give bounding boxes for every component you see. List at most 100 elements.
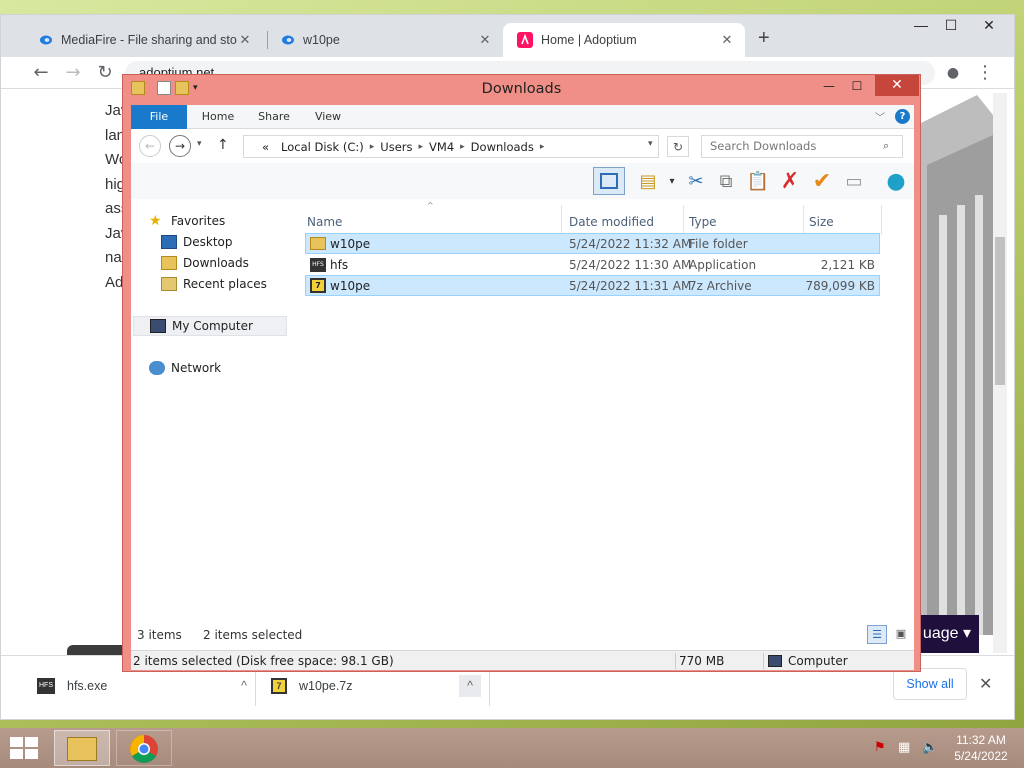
file-date: 5/24/2022 11:31 AM xyxy=(569,279,692,293)
file-type: Application xyxy=(689,258,757,272)
address-dropdown-icon[interactable]: ▾ xyxy=(648,139,653,149)
taskbar-explorer[interactable] xyxy=(54,730,110,766)
download-item-w10pe[interactable]: 7 w10pe.7z ^ xyxy=(271,666,481,706)
nav-desktop[interactable]: Desktop xyxy=(161,232,233,252)
close-icon[interactable]: ✕ xyxy=(237,32,253,48)
nav-label: Desktop xyxy=(183,235,233,249)
ribbon-tab-share[interactable]: Share xyxy=(249,105,299,129)
column-header-type[interactable]: Type xyxy=(689,211,799,233)
close-button[interactable]: ✕ xyxy=(875,75,919,96)
path-overflow[interactable]: « xyxy=(262,140,269,154)
language-button[interactable]: uage ▾ xyxy=(913,615,979,653)
nav-label: Favorites xyxy=(171,214,226,228)
check-icon[interactable]: ✔ xyxy=(809,169,835,195)
ribbon-tab-file[interactable]: File xyxy=(131,105,187,129)
search-icon: ⌕ xyxy=(883,139,890,152)
nav-recent[interactable]: Recent places xyxy=(161,274,267,294)
nav-downloads[interactable]: Downloads xyxy=(161,253,249,273)
chevron-right-icon[interactable]: ▸ xyxy=(419,142,424,152)
path-segment[interactable]: VM4 xyxy=(429,140,454,154)
status-bar: 2 items selected (Disk free space: 98.1 … xyxy=(131,650,914,670)
column-separator xyxy=(683,205,684,235)
nav-network[interactable]: Network xyxy=(149,358,221,378)
profile-icon[interactable]: ● xyxy=(939,59,967,87)
title-bar[interactable]: ▾ Downloads — ☐ ✕ xyxy=(123,75,920,105)
rename-icon[interactable]: ▭ xyxy=(841,169,867,195)
large-icons-view-icon[interactable]: ▣ xyxy=(891,625,911,644)
menu-icon[interactable]: ⋮ xyxy=(971,59,999,87)
file-size: 2,121 KB xyxy=(820,258,875,272)
network-status-icon[interactable]: ▦ xyxy=(898,740,910,755)
forward-icon[interactable]: → xyxy=(59,59,87,87)
column-header-size[interactable]: Size xyxy=(809,211,879,233)
chevron-right-icon[interactable]: ▸ xyxy=(540,142,545,152)
chevron-down-icon[interactable]: ▾ xyxy=(659,169,685,195)
nav-label: Network xyxy=(171,361,222,375)
chevron-right-icon[interactable]: ▸ xyxy=(370,142,375,152)
forward-icon[interactable]: → xyxy=(169,135,191,157)
close-icon[interactable]: ✕ xyxy=(477,32,493,48)
windows-start-icon[interactable] xyxy=(10,737,38,759)
clock-time: 11:32 AM xyxy=(956,733,1006,747)
file-row[interactable]: w10pe 5/24/2022 11:32 AM File folder xyxy=(305,233,880,254)
scrollbar-thumb[interactable] xyxy=(995,237,1005,385)
ribbon-tab-home[interactable]: Home xyxy=(193,105,243,129)
address-bar[interactable]: « Local Disk (C:) ▸ Users ▸ VM4 ▸ Downlo… xyxy=(243,135,659,158)
close-button[interactable]: ✕ xyxy=(969,17,1009,34)
back-icon[interactable]: ← xyxy=(27,59,55,87)
download-item-hfs[interactable]: HFS hfs.exe ^ xyxy=(37,666,247,706)
downloads-folder-icon xyxy=(161,256,177,270)
explorer-content: File Home Share View ﹀ ? ← → ▾ ↑ « Local… xyxy=(131,105,914,670)
new-tab-button[interactable]: + xyxy=(758,27,770,50)
close-icon[interactable]: ✕ xyxy=(979,674,992,693)
delete-icon[interactable]: ✗ xyxy=(777,169,803,195)
action-center-flag-icon[interactable]: ⚑ xyxy=(874,740,886,755)
cut-icon[interactable]: ✂ xyxy=(683,169,709,195)
search-input[interactable]: Search Downloads xyxy=(701,135,903,158)
column-header-date[interactable]: Date modified xyxy=(569,211,679,233)
path-segment[interactable]: Users xyxy=(380,140,412,154)
recent-locations-icon[interactable]: ▾ xyxy=(197,139,202,149)
maximize-button[interactable]: ☐ xyxy=(937,17,965,34)
clock-date: 5/24/2022 xyxy=(954,749,1008,763)
back-icon[interactable]: ← xyxy=(139,135,161,157)
properties-icon[interactable]: ▤ xyxy=(635,169,661,195)
minimize-button[interactable]: — xyxy=(815,76,843,96)
show-all-button[interactable]: Show all xyxy=(893,668,967,700)
tab-mediafire[interactable]: MediaFire - File sharing and stora ✕ xyxy=(23,23,263,57)
refresh-icon[interactable]: ↻ xyxy=(667,136,689,157)
chevron-up-icon[interactable]: ^ xyxy=(241,679,247,693)
minimize-button[interactable]: — xyxy=(907,17,935,33)
close-icon[interactable]: ✕ xyxy=(719,32,735,48)
page-footer-tab xyxy=(67,645,127,655)
column-header-name[interactable]: Name xyxy=(307,211,557,233)
reload-icon[interactable]: ↻ xyxy=(91,59,119,87)
nav-favorites[interactable]: ★ Favorites xyxy=(149,211,225,231)
help-icon[interactable]: ? xyxy=(895,109,910,124)
nav-my-computer[interactable]: My Computer xyxy=(133,316,287,336)
file-row[interactable]: 7 w10pe 5/24/2022 11:31 AM 7z Archive 78… xyxy=(305,275,880,296)
preview-pane-icon[interactable] xyxy=(593,167,625,195)
taskbar-clock[interactable]: 11:32 AM 5/24/2022 xyxy=(946,732,1016,764)
path-segment[interactable]: Downloads xyxy=(471,140,534,154)
paste-icon[interactable]: 📋 xyxy=(745,169,771,195)
ribbon-expand-icon[interactable]: ﹀ xyxy=(875,109,885,124)
column-separator xyxy=(803,205,804,235)
volume-muted-icon[interactable]: 🔈 xyxy=(922,740,938,755)
file-row[interactable]: HFS hfs 5/24/2022 11:30 AM Application 2… xyxy=(305,254,880,275)
chevron-up-icon[interactable]: ^ xyxy=(459,675,481,697)
up-arrow-icon[interactable]: ↑ xyxy=(217,137,229,153)
globe-icon[interactable]: ● xyxy=(883,169,909,195)
maximize-button[interactable]: ☐ xyxy=(843,76,871,96)
file-date: 5/24/2022 11:32 AM xyxy=(569,237,692,251)
details-view-icon[interactable]: ☰ xyxy=(867,625,887,644)
taskbar-chrome[interactable] xyxy=(116,730,172,766)
path-segment[interactable]: Local Disk (C:) xyxy=(281,140,364,154)
tab-strip: MediaFire - File sharing and stora ✕ w10… xyxy=(1,15,1014,57)
ribbon-tab-view[interactable]: View xyxy=(303,105,353,129)
window-title: Downloads xyxy=(481,81,562,97)
chevron-right-icon[interactable]: ▸ xyxy=(460,142,465,152)
tab-w10pe[interactable]: w10pe ✕ xyxy=(265,23,503,57)
tab-adoptium[interactable]: Home | Adoptium ✕ xyxy=(503,23,745,57)
copy-icon[interactable]: ⧉ xyxy=(713,169,739,195)
